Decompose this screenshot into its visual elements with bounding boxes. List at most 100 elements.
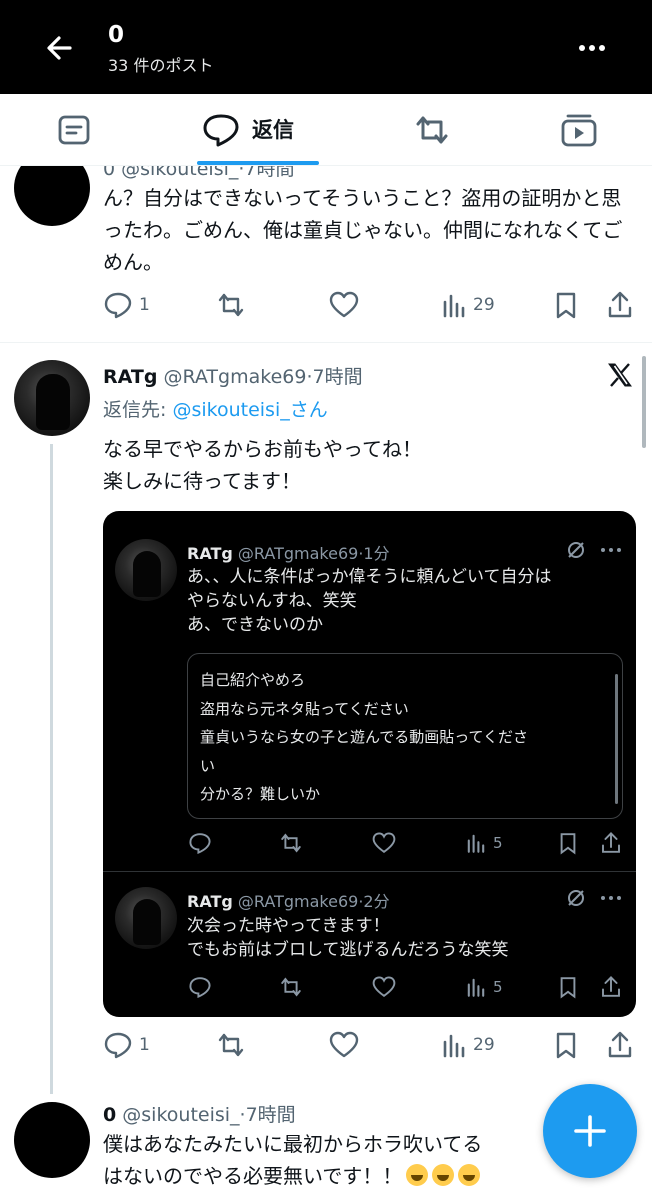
- share-button[interactable]: [606, 1030, 634, 1060]
- avatar: [115, 539, 177, 601]
- bookmark-button[interactable]: [553, 1030, 579, 1060]
- tweet-actions: 1 29: [103, 290, 633, 324]
- quoted-post-text: 自己紹介やめろ 盗用なら元ネタ貼ってください 童貞いうなら女の子と遊んでる動画貼…: [200, 666, 600, 809]
- handle: @RATgmake69: [237, 544, 359, 563]
- reply-to-user-link[interactable]: @sikouteisi_さん: [172, 399, 327, 421]
- card-text-line: あ、、人に条件ばっか偉そうに頼んどいて自分は: [187, 567, 552, 587]
- plus-icon: [574, 1115, 606, 1147]
- views-chart-icon: [443, 294, 465, 318]
- more-horizontal-icon: [601, 896, 621, 900]
- attached-image[interactable]: RATg @RATgmake69·1分 あ、、人に条件ばっか偉そうに頼んどいて自…: [103, 511, 636, 1017]
- tweet-meta: RATg @RATgmake69·1分: [187, 540, 390, 564]
- rofl-emoji-icon: [432, 1164, 455, 1186]
- tweet-text-line: 楽しみに待ってます！: [103, 469, 301, 493]
- views-stat: 5: [465, 975, 503, 999]
- tab-replies[interactable]: 返信: [197, 94, 319, 166]
- reply-icon: [187, 975, 213, 999]
- views-button[interactable]: 29: [441, 1030, 495, 1060]
- tab-bar: 返信: [0, 94, 652, 166]
- tab-replies-label: 返信: [252, 118, 294, 142]
- reply-button[interactable]: 1: [103, 1030, 150, 1060]
- views-count: 5: [493, 834, 503, 852]
- compose-button[interactable]: [543, 1084, 637, 1178]
- share-icon: [608, 1031, 632, 1058]
- like-button[interactable]: [328, 290, 360, 320]
- bookmark-button[interactable]: [553, 290, 579, 320]
- quoted-line: 盗用なら元ネタ貼ってください: [200, 699, 409, 718]
- tweet-text: なる早でやるからお前もやってね！ 楽しみに待ってます！: [103, 433, 623, 497]
- rofl-emoji-icon: [458, 1164, 481, 1186]
- reply-count: 1: [139, 295, 150, 315]
- timestamp: ·7時間: [306, 366, 363, 388]
- repost-icon: [218, 293, 244, 317]
- share-button[interactable]: [606, 290, 634, 320]
- bookmark-icon: [556, 1032, 576, 1059]
- reply-button[interactable]: 1: [103, 290, 150, 320]
- grok-icon: [568, 890, 584, 906]
- handle: @RATgmake69: [237, 892, 359, 911]
- repost-icon: [416, 116, 448, 144]
- repost-icon: [277, 975, 305, 999]
- views-count: 29: [473, 295, 495, 315]
- more-horizontal-icon: [601, 548, 621, 552]
- back-button[interactable]: [40, 28, 80, 68]
- tab-posts[interactable]: [56, 94, 96, 166]
- media-icon: [561, 114, 597, 147]
- tab-reposts[interactable]: [410, 94, 454, 166]
- more-button[interactable]: [572, 30, 612, 66]
- quoted-line: 童貞いうなら女の子と遊んでる動画貼ってくださ: [200, 728, 529, 746]
- timestamp: ·1分: [358, 544, 390, 563]
- views-chart-icon: [467, 978, 485, 997]
- views-button[interactable]: 29: [441, 290, 495, 320]
- views-count: 29: [473, 1035, 495, 1055]
- top-header: 0 33 件のポスト: [0, 0, 652, 94]
- reply-icon: [104, 292, 132, 319]
- arrow-left-icon: [47, 36, 72, 60]
- reply-to-label: 返信先:: [103, 399, 173, 421]
- heart-icon: [371, 831, 397, 855]
- handle[interactable]: @sikouteisi_: [122, 1104, 239, 1126]
- like-button[interactable]: [328, 1030, 360, 1060]
- rofl-emoji-icon: [406, 1164, 429, 1186]
- reply-to-line: 返信先: @sikouteisi_さん: [103, 395, 328, 422]
- display-name: RATg: [187, 544, 233, 563]
- reply-icon: [187, 831, 213, 855]
- reply-count: 1: [139, 1035, 150, 1055]
- tweet-text: ん？自分はできないってそういうこと？盗用の証明かと思ったわ。ごめん、俺は童貞じゃ…: [103, 186, 623, 274]
- tweet-meta: 0 @sikouteisi_·7時間: [103, 1100, 296, 1127]
- profile-name-title: 0: [108, 22, 125, 48]
- more-vertical-icon: [579, 45, 605, 51]
- repost-button[interactable]: [215, 1030, 247, 1060]
- repost-icon: [277, 831, 305, 855]
- scrollbar[interactable]: [642, 356, 646, 448]
- tweet-text-line: はないのでやる必要無いです！！: [103, 1164, 403, 1188]
- card-tweet-text: あ、、人に条件ばっか偉そうに頼んどいて自分は やらないんすね、笑笑 あ、できない…: [187, 565, 627, 637]
- heart-icon: [329, 291, 359, 318]
- views-chart-icon: [443, 1034, 465, 1058]
- timestamp: ·7時間: [239, 1104, 296, 1126]
- quoted-line: 自己紹介やめろ: [200, 671, 306, 689]
- bookmark-icon: [557, 831, 579, 855]
- tab-media[interactable]: [560, 94, 600, 166]
- scrollbar: [615, 674, 618, 804]
- views-chart-icon: [467, 834, 485, 853]
- views-stat: 5: [465, 831, 503, 855]
- card-text-line: あ、できないのか: [187, 615, 323, 635]
- repost-button[interactable]: [215, 290, 247, 320]
- avatar[interactable]: [14, 1102, 90, 1178]
- handle[interactable]: @RATgmake69: [163, 366, 306, 388]
- share-icon: [608, 291, 632, 318]
- heart-icon: [371, 975, 397, 999]
- post-count: 33 件のポスト: [108, 56, 214, 75]
- quoted-post: 自己紹介やめろ 盗用なら元ネタ貼ってください 童貞いうなら女の子と遊んでる動画貼…: [187, 653, 623, 819]
- grok-icon: [568, 542, 584, 558]
- display-name[interactable]: RATg: [103, 366, 157, 388]
- card-text-line: やらないんすね、笑笑: [187, 591, 357, 611]
- card-tweet-text: 次会った時やってきます！ でもお前はブロして逃げるんだろうな笑笑: [187, 914, 627, 962]
- avatar: [115, 887, 177, 949]
- avatar[interactable]: [14, 360, 90, 436]
- quoted-line: い: [200, 756, 216, 775]
- tweet-actions: 1 29: [103, 1030, 633, 1064]
- display-name[interactable]: 0: [103, 1104, 116, 1126]
- list-icon: [58, 115, 90, 145]
